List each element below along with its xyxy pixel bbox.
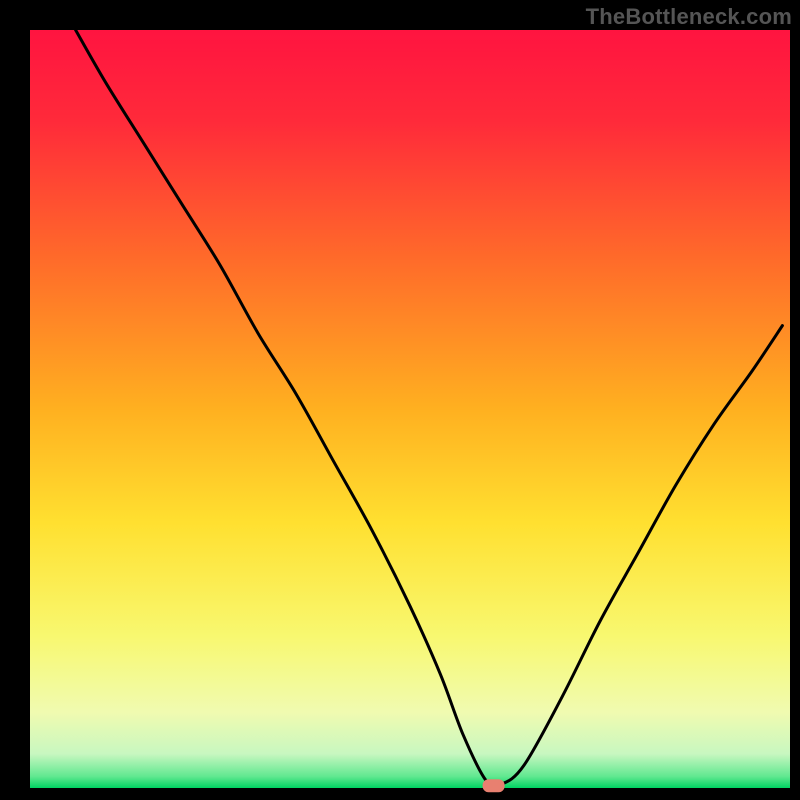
bottleneck-chart [0,0,800,800]
optimal-marker [483,779,505,792]
watermark-text: TheBottleneck.com [586,4,792,30]
chart-frame: TheBottleneck.com [0,0,800,800]
